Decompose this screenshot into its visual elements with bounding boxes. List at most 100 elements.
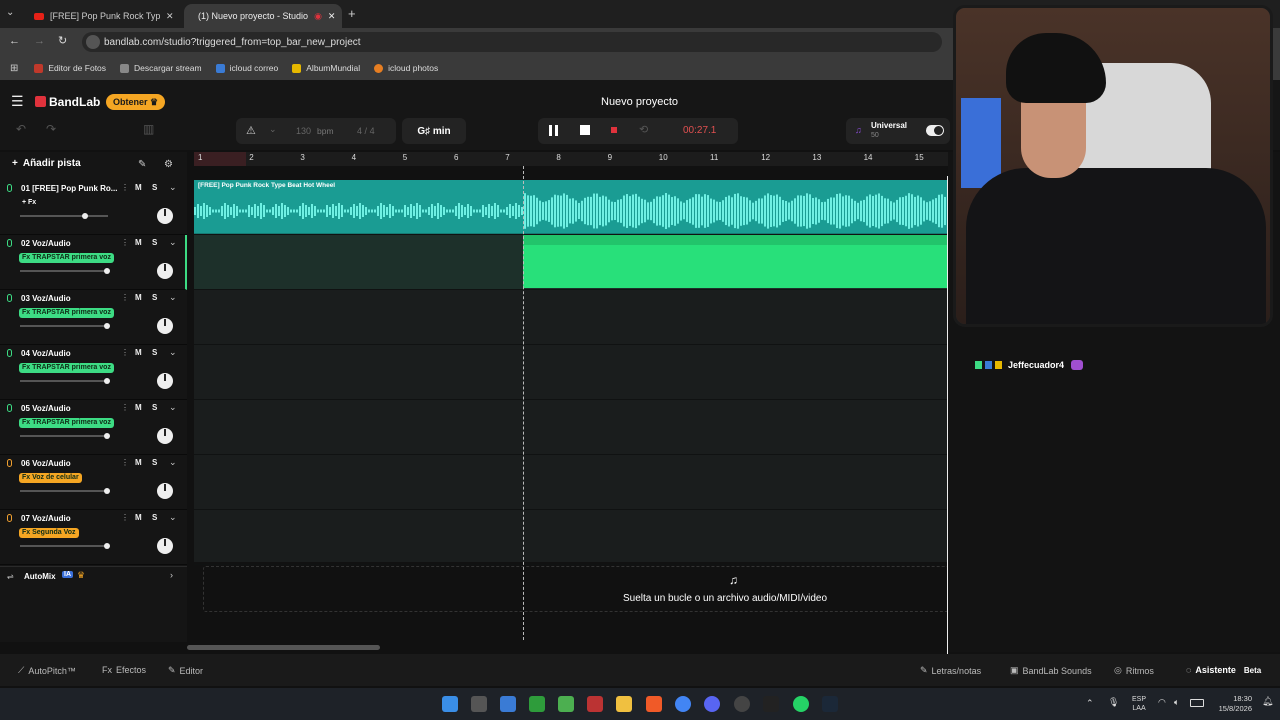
track-row[interactable]: 06 Voz/Audio ⋮ M S ⌄ Fx Voz de celular: [0, 455, 187, 510]
settings-icon[interactable]: ⚙: [164, 159, 173, 170]
fx-button[interactable]: + Fx: [19, 198, 39, 208]
reload-icon[interactable]: ↻: [58, 34, 67, 47]
new-tab-button[interactable]: +: [348, 6, 356, 21]
fx-preset-badge[interactable]: Fx TRAPSTAR primera voz: [19, 253, 114, 263]
recording-clip[interactable]: [523, 235, 948, 288]
bookmark-descargar-stream[interactable]: Descargar stream: [120, 63, 202, 73]
solo-button[interactable]: S: [152, 348, 157, 357]
stop-button[interactable]: [580, 125, 590, 135]
chevron-down-icon[interactable]: ⌄: [169, 237, 177, 248]
chevron-down-icon[interactable]: ⌄: [169, 512, 177, 523]
mute-button[interactable]: M: [135, 348, 142, 357]
volume-slider-knob[interactable]: [104, 323, 110, 329]
pan-knob[interactable]: [157, 318, 173, 334]
add-track-button[interactable]: + Añadir pista: [12, 158, 81, 169]
mic-icon[interactable]: [7, 349, 12, 357]
solo-button[interactable]: S: [152, 513, 157, 522]
lane-6[interactable]: [194, 455, 954, 510]
more-icon[interactable]: ⋮: [121, 458, 129, 467]
solo-button[interactable]: S: [152, 458, 157, 467]
bookmark-icloud-correo[interactable]: icloud correo: [215, 63, 278, 73]
project-title[interactable]: Nuevo proyecto: [601, 96, 678, 108]
track-name[interactable]: 07 Voz/Audio: [21, 514, 71, 523]
volume-icon[interactable]: 🔈︎: [1174, 697, 1179, 708]
timeline-lanes[interactable]: [FREE] Pop Punk Rock Type Beat Hot Wheel: [194, 166, 954, 640]
track-name[interactable]: 03 Voz/Audio: [21, 294, 71, 303]
pan-knob[interactable]: [157, 263, 173, 279]
volume-slider-knob[interactable]: [82, 213, 88, 219]
pan-knob[interactable]: [157, 538, 173, 554]
metronome-menu-icon[interactable]: ⌄: [269, 124, 277, 135]
effects-button[interactable]: Fx Efectos: [102, 665, 146, 675]
editor-button[interactable]: ✎ Editor: [168, 665, 203, 676]
track-name[interactable]: 02 Voz/Audio: [21, 239, 71, 248]
pen-icon[interactable]: ✎: [138, 159, 146, 170]
automix-row[interactable]: ⇌ AutoMix IA ♛ ›: [0, 566, 187, 586]
solo-button[interactable]: S: [152, 238, 157, 247]
record-button[interactable]: [611, 127, 617, 133]
close-icon[interactable]: ✕: [328, 11, 336, 22]
capcut-icon[interactable]: [763, 696, 779, 712]
mic-icon[interactable]: [7, 294, 12, 302]
lyrics-button[interactable]: ✎ Letras/notas: [920, 665, 981, 676]
bookmark-albummundial[interactable]: AlbumMundial: [292, 63, 360, 73]
microphone-icon[interactable]: 🎙︎: [1108, 697, 1119, 708]
more-icon[interactable]: ⋮: [121, 403, 129, 412]
mute-button[interactable]: M: [135, 403, 142, 412]
volume-slider[interactable]: [20, 213, 108, 219]
mic-icon[interactable]: [7, 514, 12, 522]
brave-icon[interactable]: [646, 696, 662, 712]
back-icon[interactable]: ←: [9, 35, 20, 47]
pan-knob[interactable]: [157, 483, 173, 499]
more-icon[interactable]: ⋮: [121, 183, 129, 192]
steam-icon[interactable]: [822, 696, 838, 712]
chevron-down-icon[interactable]: ⌄: [169, 292, 177, 303]
track-name[interactable]: 04 Voz/Audio: [21, 349, 71, 358]
universal-toggle[interactable]: [926, 125, 944, 136]
minecraft-icon[interactable]: [558, 696, 574, 712]
solo-button[interactable]: S: [152, 293, 157, 302]
tab-bandlab[interactable]: (1) Nuevo proyecto - Studio ◉ ✕: [184, 4, 342, 28]
mute-button[interactable]: M: [135, 458, 142, 467]
time-signature[interactable]: 4 / 4: [357, 126, 375, 136]
fx-preset-badge[interactable]: Fx TRAPSTAR primera voz: [19, 418, 114, 428]
track-name[interactable]: 01 [FREE] Pop Punk Ro...: [21, 184, 117, 193]
more-icon[interactable]: ⋮: [121, 293, 129, 302]
notification-icon[interactable]: 🔔︎: [1262, 696, 1273, 707]
battery-icon[interactable]: [1190, 699, 1204, 707]
mute-button[interactable]: M: [135, 293, 142, 302]
volume-slider-knob[interactable]: [104, 378, 110, 384]
audio-clip-beat[interactable]: [FREE] Pop Punk Rock Type Beat Hot Wheel: [194, 180, 948, 233]
bookmark-editor-fotos[interactable]: Editor de Fotos: [34, 63, 106, 73]
pan-knob[interactable]: [157, 428, 173, 444]
volume-slider-knob[interactable]: [104, 433, 110, 439]
volume-slider[interactable]: [20, 323, 110, 329]
timeline-ruler[interactable]: 1 2 3 4 5 6 7 8 9 10 11 12 13 14 15: [194, 152, 954, 166]
folder-icon[interactable]: [616, 696, 632, 712]
volume-slider[interactable]: [20, 378, 110, 384]
undo-icon[interactable]: ↶: [16, 122, 26, 136]
horizontal-scrollbar[interactable]: [187, 645, 380, 650]
tab-youtube[interactable]: [FREE] Pop Punk Rock Type Be ✕: [26, 4, 184, 28]
mute-button[interactable]: M: [135, 513, 142, 522]
site-info-icon[interactable]: [86, 35, 100, 49]
track-row[interactable]: 03 Voz/Audio ⋮ M S ⌄ Fx TRAPSTAR primera…: [0, 290, 187, 345]
mic-icon[interactable]: [7, 239, 12, 247]
windows-start-icon[interactable]: [442, 696, 458, 712]
metronome-icon[interactable]: ⚠: [246, 124, 256, 137]
lane-4[interactable]: [194, 345, 954, 400]
discord-icon[interactable]: [704, 696, 720, 712]
volume-slider[interactable]: [20, 268, 110, 274]
obs-icon[interactable]: [734, 696, 750, 712]
mic-icon[interactable]: [7, 404, 12, 412]
autopitch-button[interactable]: ⟋ AutoPitch™: [18, 665, 76, 676]
tray-chevron-icon[interactable]: ⌃: [1086, 698, 1094, 709]
apps-grid-icon[interactable]: ⊞: [10, 63, 18, 74]
tab-list-icon[interactable]: ⌄: [6, 7, 14, 18]
solo-button[interactable]: S: [152, 403, 157, 412]
volume-slider-knob[interactable]: [104, 488, 110, 494]
track-row[interactable]: 01 [FREE] Pop Punk Ro... ⋮ M S ⌄ + Fx: [0, 180, 187, 235]
lane-5[interactable]: [194, 400, 954, 455]
pause-button[interactable]: [549, 125, 558, 136]
volume-slider-knob[interactable]: [104, 543, 110, 549]
